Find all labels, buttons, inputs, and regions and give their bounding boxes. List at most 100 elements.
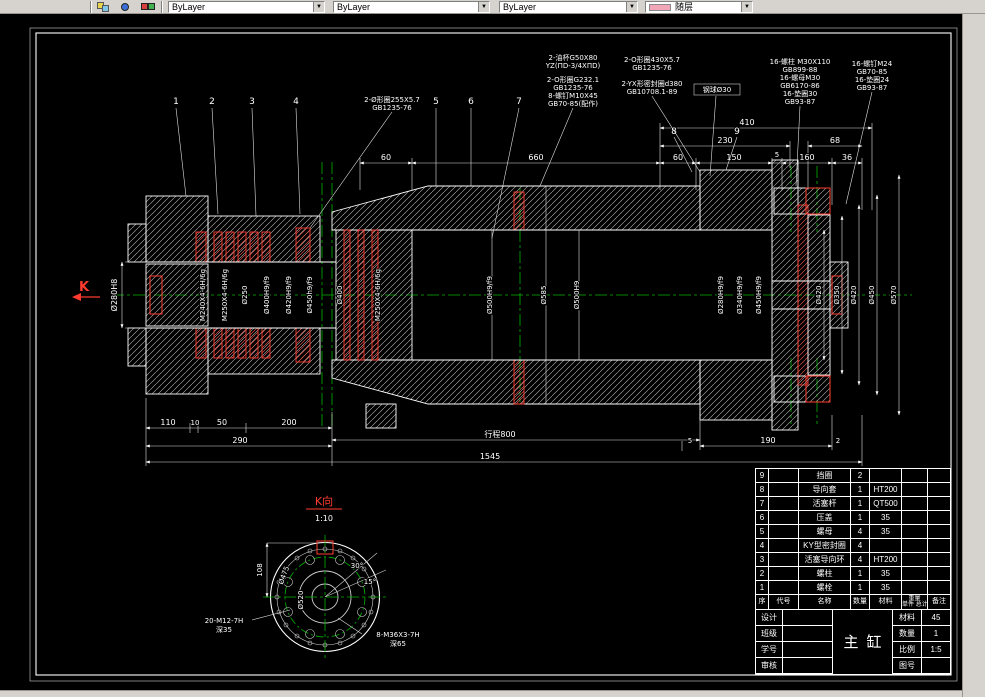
dim-10: 10 <box>191 419 200 427</box>
col-seq: 序 <box>756 595 769 609</box>
autocad-window: ByLayer ▼ ByLayer ▼ ByLayer ▼ 随层 ▼ 60 66… <box>0 0 985 697</box>
detail-angle-30: 30° <box>351 562 363 570</box>
dim-rot-17: Ø450 <box>868 286 876 305</box>
color-swatch <box>649 4 671 11</box>
balloon-2: 2 <box>209 97 215 107</box>
linetype-combo[interactable]: ByLayer ▼ <box>333 1 490 13</box>
dim-290: 290 <box>232 436 247 445</box>
callout-stud-m30-l1: 16-螺柱 M30X110 <box>770 57 831 66</box>
dim-190: 190 <box>760 436 775 445</box>
dim-1545: 1545 <box>480 452 500 461</box>
callout-oilcup-l1: 2-油杯G50X80 <box>548 53 597 62</box>
dim-rot-8: Ø500H9/f9 <box>486 276 494 314</box>
dim-rot-6: Ø400 <box>336 286 344 305</box>
dim-160: 160 <box>799 153 814 162</box>
dim-rot-18: Ø570 <box>890 286 898 305</box>
callout-stud-m30-l6: GB93-87 <box>785 98 816 106</box>
dim-rot-14: Ø420 <box>815 286 823 305</box>
callout-stud-m30-l2: GB899-88 <box>782 66 817 74</box>
drawing-title: 主缸 <box>833 610 893 674</box>
label-drawing-no: 图号 <box>893 658 922 674</box>
dim-d280h8: Ø280H8 <box>109 279 119 312</box>
table-row: 3 活塞导向环 4 HT200 <box>756 553 950 567</box>
callout-stud-m30-l3: 16-螺母M30 <box>780 73 820 82</box>
color-combo-value: 随层 <box>675 2 694 12</box>
col-material: 材料 <box>870 595 902 609</box>
chevron-down-icon[interactable]: ▼ <box>626 2 637 12</box>
linetype-combo-value: ByLayer <box>337 2 371 12</box>
table-row: 1 螺栓 1 35 <box>756 581 950 595</box>
dim-rot-7: M250X4-6H/6g <box>374 269 382 321</box>
balloon-6: 6 <box>468 97 474 107</box>
col-weight: 重量 单件 总计 <box>902 595 928 609</box>
callout-oring-430-l2: GB1235-76 <box>632 64 672 72</box>
dim-200: 200 <box>281 418 296 427</box>
callout-oring-232-l1: 2-O形圈G232.1 <box>547 76 599 84</box>
balloon-4: 4 <box>293 97 299 107</box>
chevron-down-icon[interactable]: ▼ <box>741 2 752 12</box>
label-material: 材料 <box>893 610 922 626</box>
dim-rot-11: Ø280H9/f9 <box>717 276 725 314</box>
bom-table: 9 挡圈 2 8 导向套 1 HT200 7 活塞杆 1 QT500 6 压盖 1 35 5 螺母 4 35… <box>755 468 951 675</box>
label-check: 审核 <box>756 658 783 674</box>
layer-states-glyph <box>121 3 129 11</box>
layer-states-icon[interactable] <box>118 1 136 13</box>
section-marker-k: K <box>72 279 100 301</box>
dim-rot-3: Ø400H9/f9 <box>263 276 271 314</box>
table-row: 2 螺柱 1 35 <box>756 567 950 581</box>
section-k-label: K <box>79 280 90 295</box>
callout-oring-430-l1: 2-O形圈430X5.7 <box>624 56 680 64</box>
lineweight-combo[interactable]: ByLayer ▼ <box>499 1 638 13</box>
label-scale: 比例 <box>893 642 922 658</box>
bottom-scroll-area[interactable] <box>0 690 962 697</box>
detail-dim-108: 108 <box>256 563 264 576</box>
table-row: 8 导向套 1 HT200 <box>756 483 950 497</box>
lineweight-combo-value: ByLayer <box>503 2 537 12</box>
layer-combo[interactable]: ByLayer ▼ <box>168 1 325 13</box>
layer-combo-value: ByLayer <box>172 2 206 12</box>
table-row: 6 压盖 1 35 <box>756 511 950 525</box>
balloon-3: 3 <box>249 97 255 107</box>
dim-5b: 5 <box>688 437 692 445</box>
callout-stud-m30-l5: 16-垫圈30 <box>783 89 817 98</box>
label-design: 设计 <box>756 610 783 626</box>
color-picker-icon[interactable] <box>140 1 158 13</box>
callout-screw-m10-l2: GB70-85(配作) <box>548 99 598 108</box>
dim-stroke-800: 行程800 <box>484 429 515 439</box>
layers-icon-glyph2 <box>102 5 109 12</box>
chevron-down-icon[interactable]: ▼ <box>313 2 324 12</box>
main-view <box>112 159 912 431</box>
dim-rot-0: M240X4-6H/6g <box>199 269 207 321</box>
detail-scale: 1:10 <box>315 514 333 523</box>
detail-hole20-depth: 深35 <box>216 625 232 634</box>
dim-50: 50 <box>217 418 227 427</box>
dim-150: 150 <box>726 153 741 162</box>
dim-rot-4: Ø420H9/f9 <box>285 276 293 314</box>
right-scroll-area[interactable] <box>962 14 985 697</box>
callout-oring-255-l2: GB1235-76 <box>372 104 412 112</box>
title-block: 设计 主缸 材料 45 班级 数量 1 学号 比例 1:5 审核 图号 <box>756 610 950 674</box>
value-drawing-no <box>922 658 950 674</box>
callout-stud-m30-l4: GB6170-86 <box>780 82 820 90</box>
dim-2: 2 <box>836 437 840 445</box>
dim-110: 110 <box>160 418 175 427</box>
color-combo[interactable]: 随层 ▼ <box>645 1 753 13</box>
label-student-no: 学号 <box>756 642 783 658</box>
layers-icon[interactable] <box>96 1 114 13</box>
balloon-9: 9 <box>734 127 740 137</box>
dim-410: 410 <box>739 118 754 127</box>
balloon-1: 1 <box>173 97 179 107</box>
dim-rot-12: Ø340H9/f9 <box>736 276 744 314</box>
detail-dim-520: Ø520 <box>297 591 305 610</box>
table-row: 5 螺母 4 35 <box>756 525 950 539</box>
table-row: 4 KY型密封圈 4 <box>756 539 950 553</box>
dim-rot-1: M250X4-6H/6g <box>221 269 229 321</box>
toolbar-separator2 <box>161 1 163 13</box>
detail-hole20-label: 20-M12-7H <box>205 617 244 625</box>
chevron-down-icon[interactable]: ▼ <box>478 2 489 12</box>
object-properties-toolbar: ByLayer ▼ ByLayer ▼ ByLayer ▼ 随层 ▼ <box>0 0 985 14</box>
callout-yx-seal-l2: GB10708.1-89 <box>627 88 678 96</box>
value-qty: 1 <box>922 626 950 642</box>
dim-rot-13: Ø450H9/f9 <box>755 276 763 314</box>
balloon-7: 7 <box>516 97 522 107</box>
